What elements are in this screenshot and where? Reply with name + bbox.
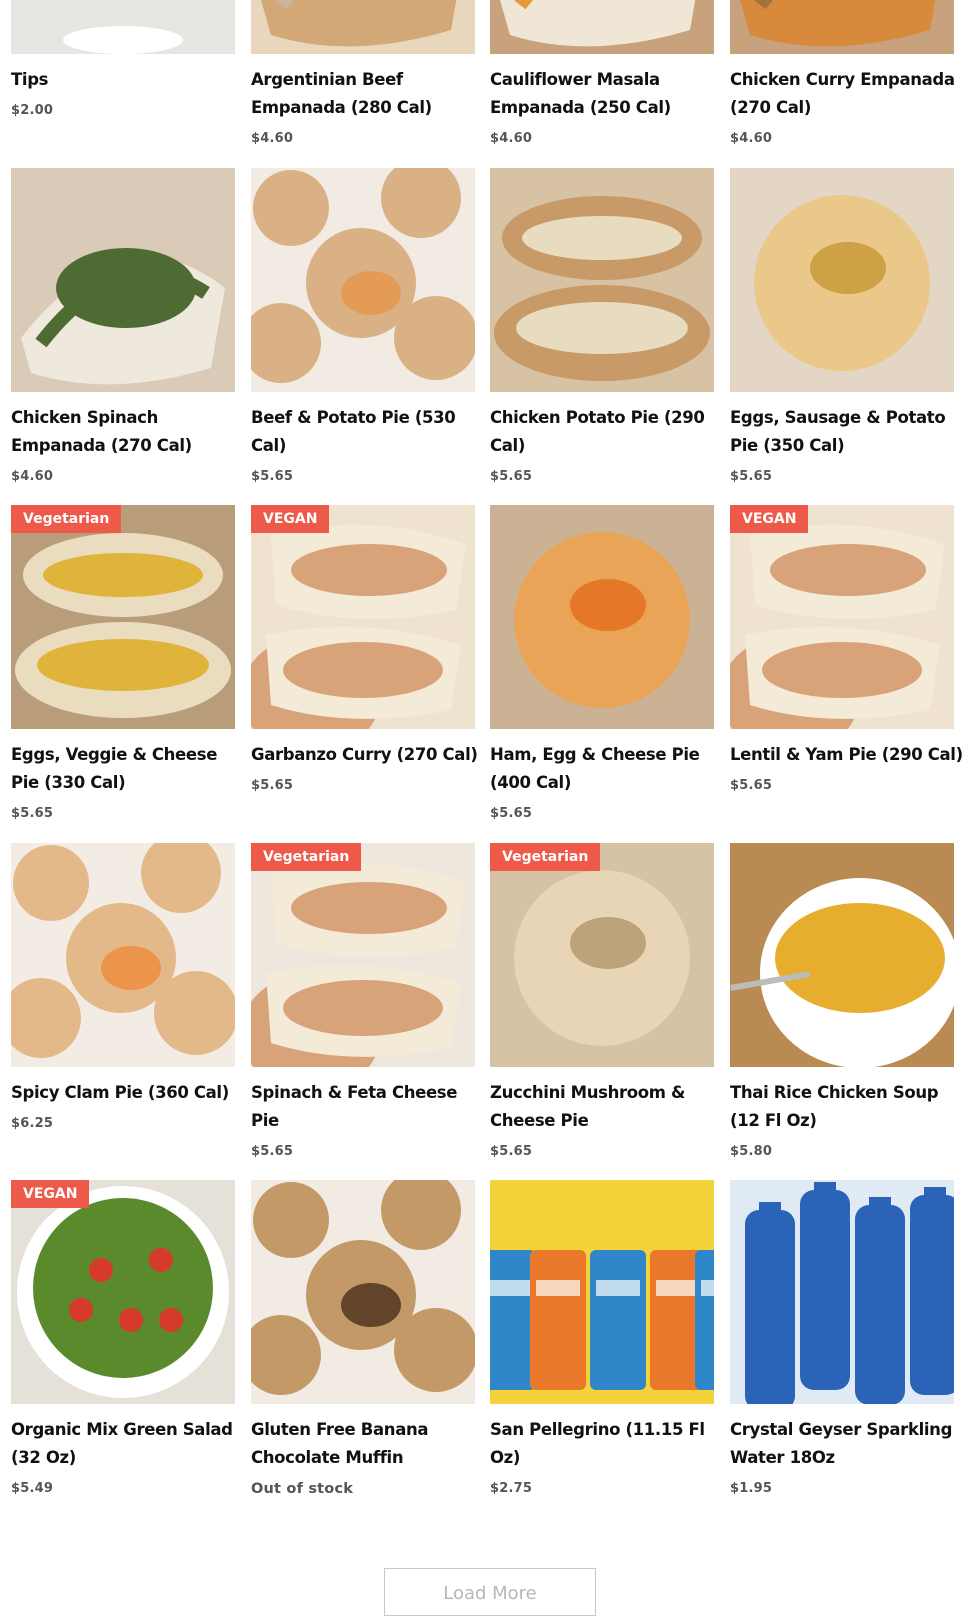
product-price: $5.65 [490, 1144, 533, 1159]
product-ribbon-badge: VEGAN [251, 505, 330, 533]
product-name[interactable]: Cauliflower Masala Empanada (250 Cal) [490, 66, 726, 122]
product-price: $1.95 [730, 1481, 773, 1496]
salad-bowl-photo[interactable]: VEGAN [11, 1180, 235, 1404]
product-name[interactable]: Zucchini Mushroom & Cheese Pie [490, 1079, 726, 1135]
product-price: $4.60 [11, 469, 54, 484]
product-price: $4.60 [730, 131, 773, 146]
product-name[interactable]: Thai Rice Chicken Soup (12 Fl Oz) [730, 1079, 965, 1135]
product-ribbon-badge: Vegetarian [251, 843, 362, 871]
product-price: $2.00 [11, 103, 54, 118]
water-bottles-photo[interactable] [730, 1180, 954, 1404]
product-name[interactable]: Crystal Geyser Sparkling Water 18Oz [730, 1416, 965, 1472]
muffins-photo[interactable] [251, 1180, 475, 1404]
product-name[interactable]: San Pellegrino (11.15 Fl Oz) [490, 1416, 726, 1472]
product-name[interactable]: Spinach & Feta Cheese Pie [251, 1079, 487, 1135]
empanada-photo[interactable] [490, 0, 714, 54]
empanada-photo[interactable] [730, 0, 954, 54]
product-price: $5.80 [730, 1144, 773, 1159]
product-price: $5.65 [490, 469, 533, 484]
product-price: $5.65 [730, 778, 773, 793]
product-name[interactable]: Chicken Curry Empanada (270 Cal) [730, 66, 965, 122]
product-ribbon-badge: VEGAN [730, 505, 809, 533]
empanada-photo[interactable] [251, 0, 475, 54]
product-price: $4.60 [251, 131, 294, 146]
product-name[interactable]: Ham, Egg & Cheese Pie (400 Cal) [490, 741, 726, 797]
product-name[interactable]: Spicy Clam Pie (360 Cal) [11, 1079, 247, 1107]
tip-jar-photo[interactable] [11, 0, 235, 54]
product-name[interactable]: Argentinian Beef Empanada (280 Cal) [251, 66, 487, 122]
soda-cans-photo[interactable] [490, 1180, 714, 1404]
soup-bowl-photo[interactable] [730, 843, 954, 1067]
product-name[interactable]: Chicken Potato Pie (290 Cal) [490, 404, 726, 460]
out-of-stock-label: Out of stock [251, 1481, 354, 1497]
product-ribbon-badge: VEGAN [11, 1180, 90, 1208]
cut-pie-photo[interactable]: Vegetarian [11, 505, 235, 729]
product-price: $5.65 [490, 806, 533, 821]
product-price: $5.65 [251, 778, 294, 793]
product-price: $5.65 [730, 469, 773, 484]
product-name[interactable]: Organic Mix Green Salad (32 Oz) [11, 1416, 247, 1472]
product-price: $4.60 [490, 131, 533, 146]
product-name[interactable]: Tips [11, 66, 247, 94]
product-name[interactable]: Garbanzo Curry (270 Cal) [251, 741, 487, 769]
product-name[interactable]: Chicken Spinach Empanada (270 Cal) [11, 404, 247, 460]
baked-pies-photo[interactable] [251, 168, 475, 392]
product-price: $2.75 [490, 1481, 533, 1496]
product-name[interactable]: Lentil & Yam Pie (290 Cal) [730, 741, 965, 769]
baked-pies-photo[interactable] [11, 843, 235, 1067]
lentil-pie-photo[interactable]: VEGAN [730, 505, 954, 729]
product-name[interactable]: Gluten Free Banana Chocolate Muffin [251, 1416, 487, 1472]
product-name[interactable]: Eggs, Veggie & Cheese Pie (330 Cal) [11, 741, 247, 797]
round-pie-photo[interactable] [490, 505, 714, 729]
product-ribbon-badge: Vegetarian [490, 843, 601, 871]
load-more-button[interactable]: Load More [384, 1568, 596, 1616]
spinach-pie-photo[interactable]: Vegetarian [251, 843, 475, 1067]
product-price: $5.49 [11, 1481, 54, 1496]
product-name[interactable]: Eggs, Sausage & Potato Pie (350 Cal) [730, 404, 965, 460]
product-gallery: Tips $2.00 Argentinian Beef Empanada (280 … [0, 0, 965, 1599]
product-name[interactable]: Beef & Potato Pie (530 Cal) [251, 404, 487, 460]
cut-pie-photo[interactable] [490, 168, 714, 392]
product-price: $5.65 [251, 1144, 294, 1159]
product-price: $6.25 [11, 1116, 54, 1131]
round-pie-photo[interactable]: Vegetarian [490, 843, 714, 1067]
spinach-empanada-photo[interactable] [11, 168, 235, 392]
product-price: $5.65 [251, 469, 294, 484]
product-ribbon-badge: Vegetarian [11, 505, 122, 533]
round-pie-photo[interactable] [730, 168, 954, 392]
product-price: $5.65 [11, 806, 54, 821]
curry-pie-photo[interactable]: VEGAN [251, 505, 475, 729]
